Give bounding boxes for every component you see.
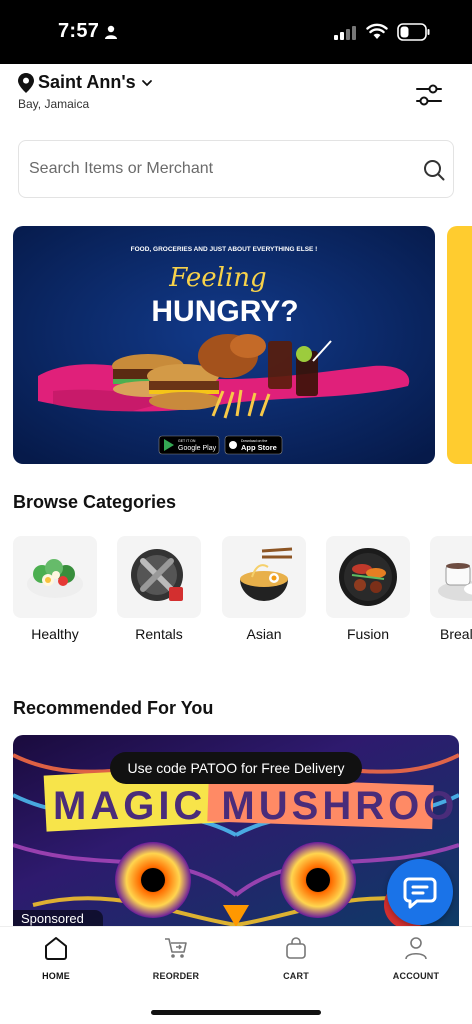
reorder-cart-icon — [165, 938, 187, 958]
nav-label: HOME — [42, 971, 70, 981]
nav-label: CART — [283, 971, 309, 981]
chat-icon — [403, 877, 437, 909]
nav-cart[interactable]: CART — [246, 935, 346, 981]
search-icon[interactable] — [423, 159, 445, 181]
promo-code-banner[interactable]: Use code PATOO for Free Delivery — [110, 752, 362, 784]
nav-label: REORDER — [152, 971, 200, 981]
cellular-signal-icon — [334, 26, 356, 40]
chat-support-button[interactable] — [387, 859, 453, 925]
filter-settings-icon[interactable] — [414, 82, 444, 108]
category-asian[interactable]: Asian — [222, 536, 306, 642]
nav-reorder[interactable]: REORDER — [126, 935, 226, 981]
category-rentals[interactable]: Rentals — [117, 536, 201, 642]
banner-headline: HUNGRY? — [151, 295, 298, 328]
status-bar: 7:57 — [0, 0, 472, 64]
ramen-icon — [240, 547, 293, 601]
banner-tagline: FOOD, GROCERIES AND JUST ABOUT EVERYTHIN… — [131, 246, 318, 253]
location-selector[interactable]: Saint Ann's Bay, Jamaica — [18, 72, 154, 111]
promo-banner[interactable]: FOOD, GROCERIES AND JUST ABOUT EVERYTHIN… — [13, 226, 435, 464]
app-store-badge: App Store — [241, 443, 277, 452]
search-bar[interactable] — [18, 140, 454, 198]
category-breakfast[interactable]: Breal — [430, 536, 472, 642]
wifi-icon — [366, 23, 388, 39]
category-label: Fusion — [346, 626, 390, 642]
banner-script-headline: Feeling — [168, 263, 266, 293]
bag-icon — [286, 937, 306, 959]
person-icon — [105, 25, 117, 39]
location-title: Saint Ann's — [38, 72, 136, 92]
chevron-down-icon — [141, 79, 152, 86]
search-input[interactable] — [29, 141, 419, 197]
svg-text:GET IT ON: GET IT ON — [178, 439, 196, 443]
status-time: 7:57 — [58, 20, 100, 42]
category-healthy[interactable]: Healthy — [13, 536, 97, 642]
nav-account[interactable]: ACCOUNT — [366, 935, 466, 981]
home-icon — [45, 937, 67, 960]
user-icon — [405, 937, 427, 960]
category-label: Healthy — [31, 626, 79, 642]
battery-icon — [397, 23, 430, 41]
nav-home[interactable]: HOME — [6, 935, 106, 981]
category-fusion[interactable]: Fusion — [326, 536, 410, 642]
salad-icon — [27, 559, 83, 598]
next-banner-preview[interactable] — [447, 226, 472, 464]
nav-label: ACCOUNT — [392, 971, 440, 981]
location-pin-icon — [18, 72, 34, 93]
fusion-plate-icon — [339, 548, 397, 606]
category-label: Asian — [246, 626, 282, 642]
breakfast-icon — [438, 563, 472, 601]
category-label: Breal — [440, 626, 472, 642]
category-label: Rentals — [135, 626, 183, 642]
banner-artwork: FOOD, GROCERIES AND JUST ABOUT EVERYTHIN… — [13, 226, 435, 464]
recommended-title: Recommended For You — [13, 698, 214, 718]
location-subtitle: Bay, Jamaica — [18, 97, 90, 111]
card-title-text: MAGIC MUSHROOMS — [53, 784, 459, 828]
google-play-badge: Google Play — [178, 445, 217, 452]
tools-icon — [131, 549, 183, 601]
home-indicator — [151, 1010, 321, 1015]
browse-categories-title: Browse Categories — [13, 492, 177, 512]
